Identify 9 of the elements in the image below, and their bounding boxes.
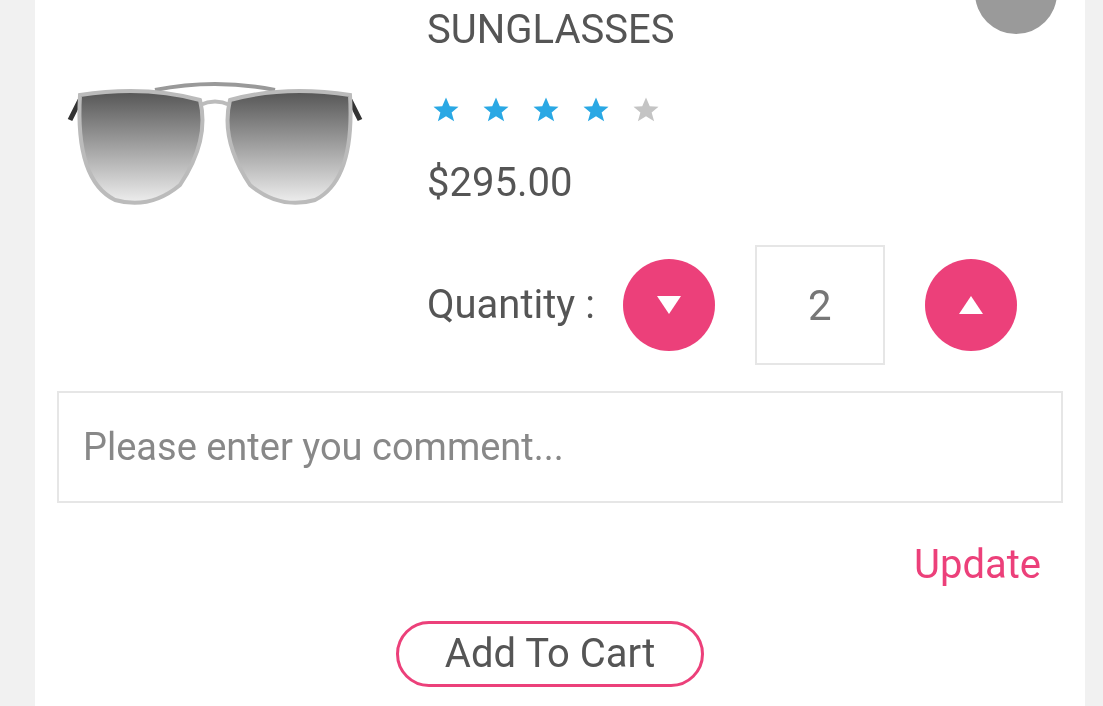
quantity-field[interactable]: 2 xyxy=(754,245,885,365)
product-price: $295.00 xyxy=(427,163,574,203)
update-link[interactable]: Update xyxy=(914,545,1041,585)
up-triangle-icon xyxy=(957,294,984,316)
down-triangle-icon xyxy=(655,294,682,316)
quantity-label: Quantity : xyxy=(427,285,595,325)
comment-field[interactable]: Please enter you comment... xyxy=(57,391,1063,503)
product-name: SUNGLASSES xyxy=(427,10,676,50)
add-to-cart-button[interactable]: Add To Cart xyxy=(395,621,705,687)
